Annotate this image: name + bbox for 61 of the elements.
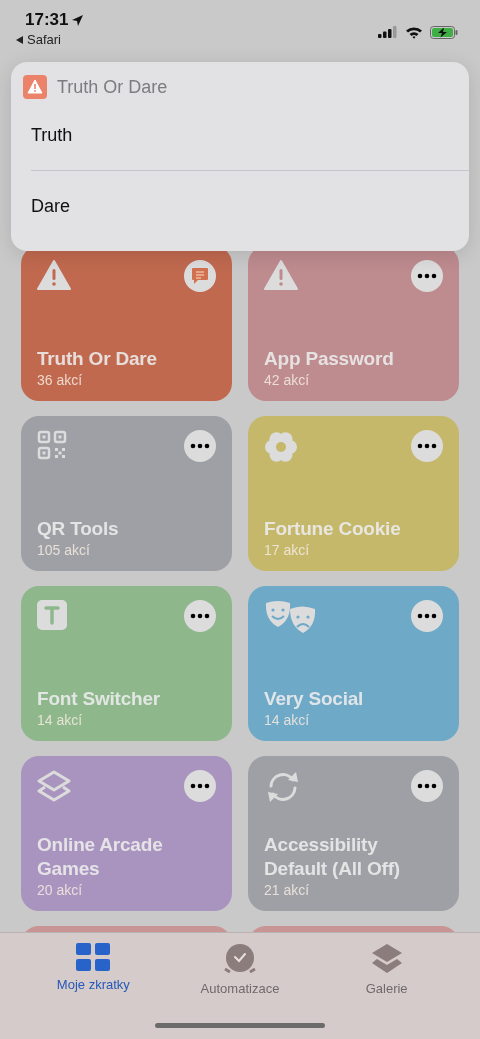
shortcut-card[interactable]: Fortune Cookie 17 akcí [248,416,459,571]
tab[interactable]: Automatizace [180,943,300,996]
theater-masks-icon [264,600,318,634]
shortcut-card[interactable]: QR Tools 105 akcí [21,416,232,571]
ellipsis-icon [417,613,437,619]
back-arrow-icon [16,35,23,44]
more-button[interactable] [411,260,443,292]
action-count: 36 akcí [37,372,84,388]
layers-icon [370,943,403,975]
more-button[interactable] [411,430,443,462]
warning-icon [23,75,47,99]
clock-check-icon [224,943,256,975]
action-count: 17 akcí [264,542,311,558]
signal-icon [378,26,398,38]
speech-bubble-icon [191,267,209,285]
action-count: 14 akcí [264,712,311,728]
qr-code-icon [37,430,67,460]
more-button[interactable] [184,770,216,802]
shortcut-title: Online Arcade Games [37,832,164,882]
text-icon [37,600,67,630]
status-time: 17:31 [25,10,69,30]
shortcut-card[interactable]: Font Switcher 14 akcí [21,586,232,741]
shortcut-title: Accessibility Default (All Off) [264,832,401,882]
grid-icon [76,943,111,971]
shortcut-title: QR Tools [37,517,120,542]
comment-button[interactable] [184,260,216,292]
shortcut-title: Truth Or Dare [37,347,158,372]
action-count: 42 akcí [264,372,311,388]
more-button[interactable] [184,430,216,462]
menu-item[interactable]: Truth [11,100,469,170]
action-count: 21 akcí [264,882,311,898]
menu-title: Truth Or Dare [57,76,168,98]
action-count: 20 akcí [37,882,84,898]
shortcut-card[interactable]: Very Social 14 akcí [248,586,459,741]
menu-item[interactable]: Dare [11,171,469,241]
wifi-icon [405,25,423,39]
shortcut-title: Fortune Cookie [264,517,402,542]
shortcut-title: App Password [264,347,395,372]
ellipsis-icon [190,613,210,619]
back-to-app-link[interactable]: Safari [16,32,85,47]
shortcut-title: Font Switcher [37,687,161,712]
location-arrow-icon [71,13,85,27]
ellipsis-icon [417,273,437,279]
tab[interactable]: Galerie [326,943,447,996]
ellipsis-icon [190,783,210,789]
more-button[interactable] [411,600,443,632]
warning-icon [264,260,298,290]
shortcut-title: Very Social [264,687,365,712]
flower-icon [264,430,298,464]
action-count: 14 akcí [37,712,84,728]
warning-icon [37,260,71,290]
ellipsis-icon [417,443,437,449]
tab[interactable]: Moje zkratky [33,943,154,996]
more-button[interactable] [184,600,216,632]
ellipsis-icon [417,783,437,789]
shortcut-card[interactable]: Accessibility Default (All Off) 21 akcí [248,756,459,911]
ellipsis-icon [190,443,210,449]
action-count: 105 akcí [37,542,91,558]
more-button[interactable] [411,770,443,802]
shortcut-card[interactable]: Online Arcade Games 20 akcí [21,756,232,911]
battery-charging-icon [430,25,458,39]
